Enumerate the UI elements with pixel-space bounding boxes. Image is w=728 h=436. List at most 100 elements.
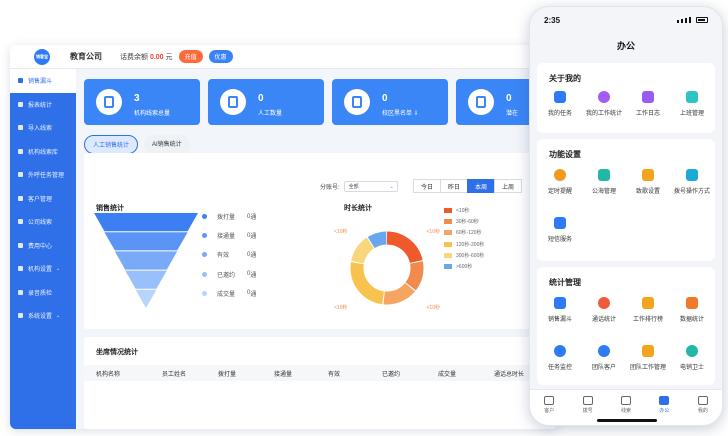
edit-icon xyxy=(468,89,494,115)
account-select[interactable]: 全部 ⌄ xyxy=(343,181,398,192)
sidebar-item-org-settings[interactable]: 机构设置 ⌄ xyxy=(10,257,76,281)
menu-item-label: 团队工作管理 xyxy=(629,365,666,371)
sidebar-item-sales-funnel[interactable]: 销售漏斗 xyxy=(10,69,76,93)
sidebar-item-import-leads[interactable]: 导入线索 xyxy=(10,116,76,140)
phone-frame: 2:35 办公 关于我的 我的任务 我的工作统计 工作日志 上班管理 功能设置 … xyxy=(529,6,723,426)
menu-item-leaderboard[interactable]: 工作排行榜 xyxy=(626,297,670,323)
discount-button[interactable]: 优惠 xyxy=(208,50,233,63)
tab-me[interactable]: 我的 xyxy=(684,390,722,425)
sidebar-item-company-leads[interactable]: 公司线索 xyxy=(10,210,76,234)
menu-item-work-log[interactable]: 工作日志 xyxy=(626,91,670,117)
stat-label: 机构线索总量 xyxy=(134,111,171,117)
sales-funnel-chart xyxy=(94,213,198,308)
sidebar-item-recording-qa[interactable]: 录音质检 xyxy=(10,281,76,305)
legend-item: 已邀约 0 通 xyxy=(202,265,256,284)
signal-icon xyxy=(681,19,683,23)
company-icon xyxy=(18,219,23,225)
sales-chart-title: 销售统计 xyxy=(96,205,124,212)
legend-label: 120秒-200秒 xyxy=(456,241,485,248)
screenshot-stage: 销客宝 教育公司 话费余额 0.00 元 充值 优惠 销售漏斗 报表统计 导入线… xyxy=(0,0,728,436)
bell-icon xyxy=(642,169,654,181)
sidebar-item-label: 机构线索库 xyxy=(28,149,59,156)
menu-item-sms-service[interactable]: 短信服务 xyxy=(538,217,582,243)
signal-icon xyxy=(689,17,691,23)
menu-item-label: 我的任务 xyxy=(547,111,572,117)
trophy-icon xyxy=(642,297,654,309)
stat-card-staff-count[interactable]: 0 人工数量 xyxy=(208,79,324,125)
tab-manual-sales[interactable]: 人工销售统计 xyxy=(84,135,139,154)
sidebar-item-billing[interactable]: 费用中心 xyxy=(10,234,76,258)
tab-ai-sales[interactable]: AI销售统计 xyxy=(144,135,190,154)
menu-item-public-pool[interactable]: 公海管理 xyxy=(582,169,626,195)
legend-item: 120秒-200秒 xyxy=(444,239,484,250)
menu-item-team-work[interactable]: 团队工作管理 xyxy=(626,345,670,371)
sidebar-item-lead-library[interactable]: 机构线索库 xyxy=(10,140,76,164)
stats-tabs: 人工销售统计 AI销售统计 xyxy=(84,135,196,154)
menu-item-data-stats[interactable]: 数据统计 xyxy=(670,297,714,323)
log-icon xyxy=(642,91,654,103)
app-logo[interactable]: 销客宝 xyxy=(34,48,50,65)
menu-item-call-stats[interactable]: 通话统计 xyxy=(582,297,626,323)
column-header: 接通量 xyxy=(274,371,293,378)
dialpad-icon xyxy=(582,396,593,405)
battery-icon xyxy=(696,17,708,23)
sidebar-item-customers[interactable]: 客户管理 xyxy=(10,187,76,211)
main-content: 3 机构线索总量 0 人工数量 0 校区黑名单 ⇩ 0 潜在 人工销售统计 AI… xyxy=(76,69,558,429)
sidebar-item-label: 公司线索 xyxy=(28,220,53,227)
menu-item-task-monitor[interactable]: 任务监控 xyxy=(538,345,582,371)
menu-item-label: 工作排行榜 xyxy=(632,317,663,323)
menu-item-sales-funnel[interactable]: 销售漏斗 xyxy=(538,297,582,323)
sidebar-item-call-tasks[interactable]: 外呼任务管理 xyxy=(10,163,76,187)
contact-icon xyxy=(220,89,246,115)
status-icons xyxy=(677,17,708,23)
range-last-week-button[interactable]: 上周 xyxy=(494,179,522,193)
stat-card-total-leads[interactable]: 3 机构线索总量 xyxy=(84,79,200,125)
section-stats-management: 统计管理 销售漏斗 通话统计 工作排行榜 数据统计 任务监控 团队客户 团队工作… xyxy=(537,267,715,385)
tab-label: 拨号 xyxy=(582,408,593,414)
table-header-row: 机构名称 员工姓名 拨打量 接通量 有效 已邀约 成交量 通话总时长 xyxy=(84,365,558,381)
menu-item-team-customers[interactable]: 团队客户 xyxy=(582,345,626,371)
legend-item: 接通量 0 通 xyxy=(202,226,256,245)
menu-item-my-work-stats[interactable]: 我的工作统计 xyxy=(582,91,626,117)
legend-label: >600秒 xyxy=(456,264,473,271)
range-today-button[interactable]: 今日 xyxy=(413,179,441,193)
funnel-icon xyxy=(554,297,566,309)
home-indicator xyxy=(597,419,657,422)
legend-swatch xyxy=(444,252,452,258)
sidebar-item-label: 系统设置 xyxy=(28,314,53,321)
legend-item: 300秒-600秒 xyxy=(444,250,484,261)
menu-item-label: 致歌设置 xyxy=(635,189,660,195)
menu-item-my-tasks[interactable]: 我的任务 xyxy=(538,91,582,117)
recording-icon xyxy=(18,289,23,295)
legend-unit: 通 xyxy=(250,253,257,260)
menu-item-attendance[interactable]: 上班管理 xyxy=(670,91,714,117)
desktop-window: 销客宝 教育公司 话费余额 0.00 元 充值 优惠 销售漏斗 报表统计 导入线… xyxy=(10,45,558,429)
gear-icon xyxy=(18,313,23,319)
legend-dot xyxy=(202,252,207,258)
sidebar-item-reports[interactable]: 报表统计 xyxy=(10,93,76,117)
billing-icon xyxy=(18,242,23,248)
donut-callout-label: <10秒 xyxy=(334,304,347,311)
range-this-week-button[interactable]: 本周 xyxy=(467,179,495,193)
sidebar-item-label: 机构设置 xyxy=(28,267,53,274)
status-time: 2:35 xyxy=(544,16,561,25)
menu-item-timed-reminder[interactable]: 定时提醒 xyxy=(538,169,582,195)
stat-card-blacklist[interactable]: 0 校区黑名单 ⇩ xyxy=(332,79,448,125)
stats-panel: 分账号: 全部 ⌄ 今日 昨日 本周 上周 销售统计 时长统计 拨打量 0 通 接通量… xyxy=(84,153,558,329)
range-yesterday-button[interactable]: 昨日 xyxy=(440,179,468,193)
legend-swatch xyxy=(444,208,452,214)
menu-item-call-guard[interactable]: 电销卫士 xyxy=(670,345,714,371)
tab-customers[interactable]: 客户 xyxy=(530,390,568,425)
menu-item-ringtone-settings[interactable]: 致歌设置 xyxy=(626,169,670,195)
section-title: 关于我的 xyxy=(549,74,581,83)
sidebar-item-system-settings[interactable]: 系统设置 ⌄ xyxy=(10,304,76,328)
chat-icon xyxy=(621,396,632,405)
recharge-button[interactable]: 充值 xyxy=(178,50,203,63)
chevron-down-icon: ⌄ xyxy=(56,265,61,272)
legend-label: 300秒-600秒 xyxy=(456,252,485,259)
funnel-icon xyxy=(18,78,23,84)
menu-item-dial-mode[interactable]: 拨号操作方式 xyxy=(670,169,714,195)
chart-icon xyxy=(686,297,698,309)
legend-dot xyxy=(202,290,207,296)
sidebar-item-label: 客户管理 xyxy=(28,196,53,203)
